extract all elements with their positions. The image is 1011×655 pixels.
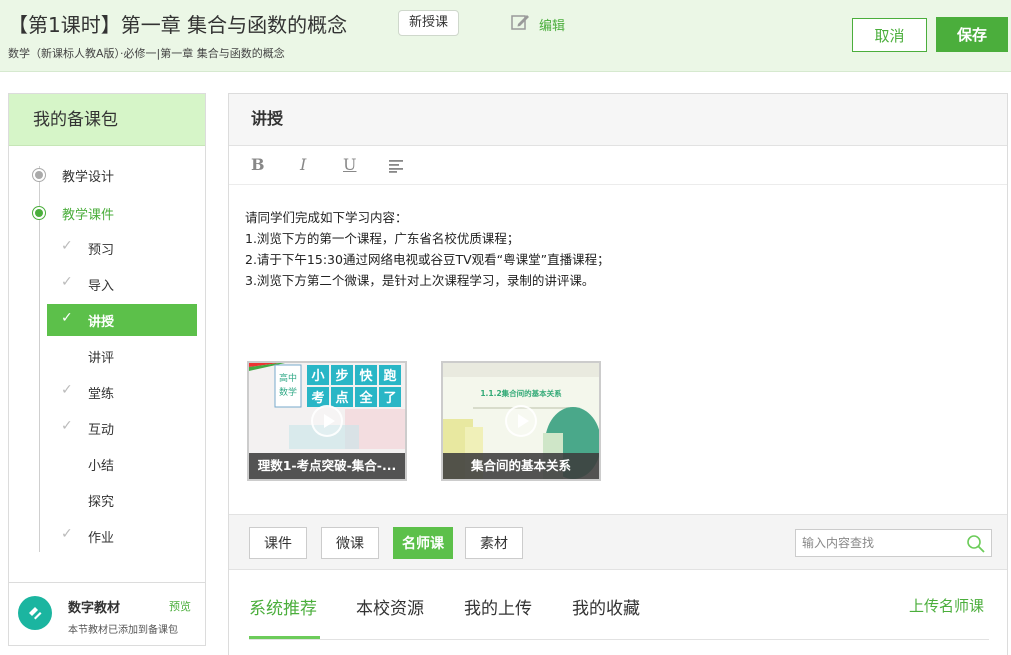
thumbnail-text: 跑 [383,368,396,384]
content-line: 2.请于下午15:30通过网络电视或谷豆TV观看“粤课堂”直播课程； [245,252,610,267]
resource-microlesson-button[interactable]: 微课 [321,527,379,559]
edit-link[interactable]: 编辑 [511,13,565,35]
editor-toolbar: B I U [229,147,1007,185]
save-button[interactable]: 保存 [936,17,1008,52]
check-icon: ✓ [61,418,73,434]
check-icon: ✓ [61,382,73,398]
tab-my-uploads[interactable]: 我的上传 [464,594,532,619]
sidebar-subitem-label: 探究 [88,495,115,510]
timeline-dot-icon [32,168,46,182]
video-card-2[interactable]: 1.1.2集合间的基本关系 集合间的基本关系 [441,361,601,481]
thumbnail-text: 考 [311,390,324,406]
sidebar-subitem-summary[interactable]: 小结 [47,448,197,480]
content-line: 请同学们完成如下学习内容： [245,210,408,225]
lecture-panel: 讲授 B I U 请同学们完成如下学习内容： 1.浏览下方的第一个课程，广东省名… [228,93,1008,655]
edit-icon [511,13,531,35]
sidebar-title: 我的备课包 [9,94,205,146]
resource-type-bar: 课件 微课 名师课 素材 [229,514,1007,570]
thumbnail-text: 步 [335,368,348,384]
section-title: 讲授 [229,94,1007,146]
check-icon: ✓ [61,274,73,290]
thumbnail-text: 小 [311,369,324,384]
check-icon: ✓ [61,238,73,254]
digital-textbook-icon [18,596,52,630]
sidebar-subitem-label: 互动 [88,423,115,438]
sidebar-subitem-interaction[interactable]: ✓ 互动 [47,412,197,444]
resource-courseware-button[interactable]: 课件 [249,527,307,559]
tab-my-favorites[interactable]: 我的收藏 [572,594,640,619]
header-bar: 【第1课时】第一章 集合与函数的概念 新授课 编辑 数学（新课标人教A版）·必修… [0,0,1011,72]
play-icon[interactable] [505,405,537,437]
underline-button[interactable]: U [343,155,356,174]
content-line: 3.浏览下方第二个微课，是针对上次课程学习，录制的讲评课。 [245,273,595,288]
sidebar-subitem-label: 堂练 [88,387,115,402]
video-caption: 集合间的基本关系 [443,453,599,479]
timeline-dot-icon [32,206,46,220]
tab-school-resources[interactable]: 本校资源 [356,594,424,619]
digital-textbook-note: 本节教材已添加到备课包 [68,625,178,636]
thumbnail-text: 数学 [279,386,297,398]
thumbnail-text: 高中 [279,372,297,384]
check-icon: ✓ [61,526,73,542]
lecture-content[interactable]: 请同学们完成如下学习内容： 1.浏览下方的第一个课程，广东省名校优质课程； 2.… [245,207,610,291]
sidebar-subitem-intro[interactable]: ✓ 导入 [47,268,197,300]
course-breadcrumb: 数学（新课标人教A版）·必修一|第一章 集合与函数的概念 [8,47,285,60]
page-title: 【第1课时】第一章 集合与函数的概念 [8,13,348,37]
resource-search [795,529,992,557]
sidebar-subitem-label: 讲授 [88,315,115,330]
sidebar-item-teaching-design[interactable]: 教学设计 [9,160,205,190]
thumbnail-text: 点 [335,390,348,406]
tab-system-recommend[interactable]: 系统推荐 [249,594,317,619]
sidebar-subitem-label: 预习 [88,243,115,258]
thumbnail-text: 1.1.2集合间的基本关系 [480,388,562,398]
upload-master-lesson-link[interactable]: 上传名师课 [909,595,984,616]
resource-material-button[interactable]: 素材 [465,527,523,559]
check-icon: ✓ [61,310,73,326]
sidebar-subitem-homework[interactable]: ✓ 作业 [47,520,197,552]
sidebar-subitem-label: 讲评 [88,351,115,366]
sidebar-subitem-practice[interactable]: ✓ 堂练 [47,376,197,408]
sidebar-subitem-explore[interactable]: 探究 [47,484,197,516]
thumbnail-text: 了 [383,391,396,406]
search-input[interactable] [796,530,961,556]
lesson-type-badge: 新授课 [398,10,460,36]
cancel-button[interactable]: 取消 [852,18,927,52]
sidebar-subitem-label: 作业 [88,531,115,546]
sidebar-subitem-lecture[interactable]: ✓ 讲授 [47,304,197,336]
thumbnail-text: 全 [358,390,373,406]
thumbnail-text: 快 [359,368,373,384]
sidebar-subitem-label: 导入 [88,279,115,294]
italic-button[interactable]: I [300,155,306,174]
digital-textbook-panel: 数字教材 预览 本节教材已添加到备课包 [9,582,205,645]
sidebar-subitem-label: 小结 [88,459,115,474]
sidebar-subitem-preview[interactable]: ✓ 预习 [47,232,197,264]
sidebar-subitem-review[interactable]: 讲评 [47,340,197,372]
resource-master-lesson-button[interactable]: 名师课 [393,527,453,559]
sidebar-item-label: 教学课件 [62,208,115,223]
lesson-package-sidebar: 我的备课包 教学设计 教学课件 ✓ 预习 ✓ 导入 ✓ 讲授 讲评 ✓ 堂练 ✓… [8,93,206,646]
content-line: 1.浏览下方的第一个课程，广东省名校优质课程； [245,231,520,246]
digital-textbook-title: 数字教材 [68,601,121,616]
resource-tabs: 系统推荐 本校资源 我的上传 我的收藏 上传名师课 [249,572,989,640]
sidebar-item-teaching-courseware[interactable]: 教学课件 [9,198,205,228]
sidebar-item-label: 教学设计 [62,170,115,185]
play-icon[interactable] [311,405,343,437]
edit-label: 编辑 [539,18,566,34]
digital-textbook-preview-link[interactable]: 预览 [169,598,191,614]
video-caption: 理数1-考点突破-集合-... [249,453,405,479]
search-icon[interactable] [966,534,986,558]
align-icon[interactable] [389,158,405,177]
video-card-1[interactable]: 高中 数学 小 步 快 跑 考 点 全 了 理数1-考点突破-集合-... [247,361,407,481]
active-tab-indicator [249,636,320,639]
bold-button[interactable]: B [251,155,265,174]
